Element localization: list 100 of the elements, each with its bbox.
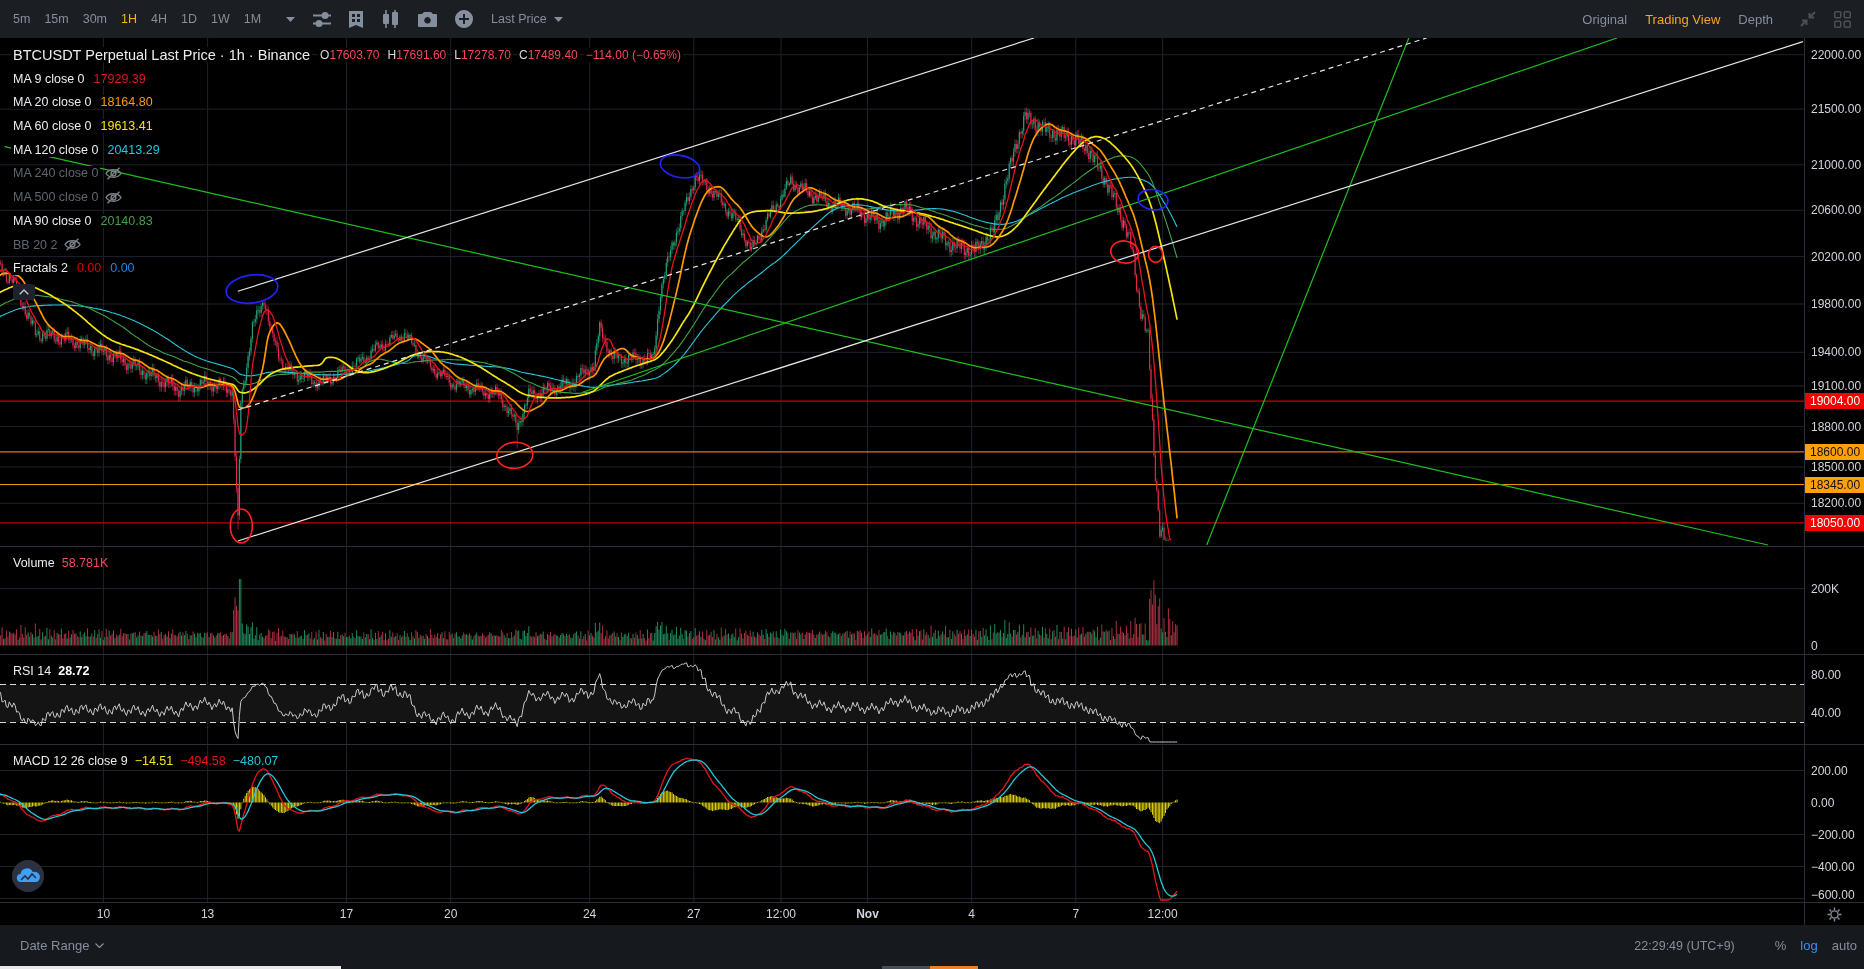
macd-value: −494.58 bbox=[180, 754, 226, 768]
rsi-label: RSI 14 bbox=[13, 664, 52, 678]
time-axis-label: 10 bbox=[96, 907, 111, 921]
rsi-axis-label: 40.00 bbox=[1811, 706, 1842, 720]
ohlc-value: H17691.60 bbox=[385, 48, 449, 62]
time-axis-label: 24 bbox=[582, 907, 597, 921]
volume-axis-label: 0 bbox=[1811, 638, 1818, 653]
hand-drawn-circle bbox=[1110, 240, 1140, 264]
price-axis-label: 18800.00 bbox=[1811, 419, 1862, 434]
date-range-dropdown[interactable]: Date Range bbox=[20, 934, 105, 957]
price-axis-label: 19400.00 bbox=[1811, 345, 1862, 360]
indicator-value: 18164.80 bbox=[98, 95, 155, 110]
ohlc-value: C17489.40 bbox=[517, 48, 580, 62]
price-type-dropdown[interactable]: Last Price bbox=[491, 7, 563, 31]
time-axis-label: 27 bbox=[687, 907, 701, 921]
indicator-label: BB 20 2 bbox=[11, 237, 60, 252]
indicator-value: 20413.29 bbox=[105, 142, 162, 157]
indicator-value: 0.00 bbox=[74, 261, 104, 276]
interval-tab[interactable]: 15m bbox=[37, 7, 76, 31]
price-axis-label: 20600.00 bbox=[1811, 203, 1862, 218]
interval-tab[interactable]: 1W bbox=[204, 7, 237, 31]
price-axis-label: 21500.00 bbox=[1811, 102, 1862, 117]
indicator-label: MA 90 close 0 bbox=[11, 213, 94, 228]
view-tab[interactable]: Depth bbox=[1729, 7, 1782, 31]
price-level-badge: 18600.00 bbox=[1805, 443, 1864, 460]
indicator-value: 17929.39 bbox=[91, 71, 148, 86]
time-axis-label: 17 bbox=[339, 907, 354, 921]
eye-slash-icon[interactable] bbox=[105, 166, 123, 180]
macd-label: MACD 12 26 close 9 bbox=[13, 754, 128, 768]
camera-icon[interactable] bbox=[418, 11, 438, 27]
interval-tab[interactable]: 5m bbox=[6, 7, 38, 31]
ohlc-value: O17603.70 bbox=[318, 48, 382, 62]
collapse-legend-button[interactable] bbox=[13, 283, 35, 300]
volume-label: Volume bbox=[13, 556, 55, 570]
price-axis-label: 18500.00 bbox=[1811, 460, 1862, 474]
caret-down-icon bbox=[553, 16, 563, 22]
settings-icon[interactable] bbox=[1827, 906, 1842, 922]
hand-drawn-circle bbox=[496, 441, 534, 470]
candlestick-icon[interactable] bbox=[381, 10, 401, 28]
add-icon[interactable] bbox=[455, 10, 474, 28]
indicator-label: MA 20 close 0 bbox=[11, 95, 94, 110]
time-axis-label: 7 bbox=[1072, 907, 1080, 921]
price-axis-label: 18200.00 bbox=[1811, 496, 1862, 511]
scale-option[interactable]: auto bbox=[1824, 934, 1864, 957]
indicator-label: MA 9 close 0 bbox=[11, 71, 87, 86]
time-axis-label: 12:00 bbox=[1147, 907, 1178, 921]
macd-value: −480.07 bbox=[232, 754, 279, 768]
macd-axis-label: −200.00 bbox=[1811, 827, 1855, 842]
macd-axis-label: 0.00 bbox=[1811, 795, 1835, 810]
indicator-value: 19613.41 bbox=[98, 119, 155, 134]
macd-axis-label: −600.00 bbox=[1811, 888, 1855, 902]
hand-drawn-circle bbox=[1147, 245, 1164, 264]
hand-drawn-circle bbox=[659, 154, 701, 179]
price-axis-label: 22000.00 bbox=[1811, 47, 1862, 62]
macd-axis-label: −400.00 bbox=[1811, 859, 1855, 874]
volume-axis-label: 200K bbox=[1811, 581, 1840, 596]
price-change: −114.00 (−0.65%) bbox=[583, 48, 683, 62]
sliders-icon[interactable] bbox=[313, 11, 332, 27]
eye-slash-icon[interactable] bbox=[64, 238, 82, 251]
interval-tab[interactable]: 4H bbox=[144, 7, 174, 31]
rsi-value: 28.72 bbox=[58, 664, 90, 678]
hand-drawn-circle bbox=[225, 273, 279, 305]
indicator-value: 20140.83 bbox=[98, 213, 155, 228]
cloud-icon[interactable] bbox=[12, 860, 44, 892]
price-axis-label: 21000.00 bbox=[1811, 157, 1862, 172]
eye-slash-icon[interactable] bbox=[105, 190, 123, 204]
interval-tab[interactable]: 1D bbox=[174, 7, 204, 31]
volume-value: 58.781K bbox=[61, 556, 109, 570]
clock-time: 22:29:49 (UTC+9) bbox=[1634, 938, 1735, 953]
scale-option[interactable]: log bbox=[1793, 934, 1825, 957]
chevron-down-icon bbox=[95, 943, 105, 948]
time-axis-label: 4 bbox=[968, 907, 975, 921]
rsi-axis-label: 80.00 bbox=[1811, 668, 1842, 682]
chevron-up-icon bbox=[19, 288, 29, 295]
interval-tab[interactable]: 1H bbox=[114, 7, 144, 31]
price-axis-label: 20200.00 bbox=[1811, 249, 1862, 264]
price-level-badge: 19004.00 bbox=[1805, 393, 1864, 410]
price-level-badge: 18345.00 bbox=[1805, 476, 1864, 493]
hand-drawn-circle bbox=[229, 508, 254, 544]
price-axis-label: 19800.00 bbox=[1811, 297, 1862, 311]
hand-drawn-circle bbox=[1137, 188, 1169, 211]
time-axis-label: 13 bbox=[200, 907, 215, 921]
caret-down-icon[interactable] bbox=[286, 16, 296, 22]
indicator-label: MA 120 close 0 bbox=[11, 142, 101, 157]
symbol-title: BTCUSDT Perpetual Last Price · 1h · Binance bbox=[11, 47, 313, 63]
indicator-label: Fractals 2 bbox=[11, 261, 70, 276]
macd-value: −14.51 bbox=[134, 754, 174, 768]
interval-tab[interactable]: 30m bbox=[75, 7, 115, 31]
price-axis-label: 19100.00 bbox=[1811, 379, 1862, 393]
macd-axis-label: 200.00 bbox=[1811, 763, 1848, 778]
time-axis-label: 12:00 bbox=[766, 907, 796, 921]
building-icon[interactable] bbox=[349, 10, 364, 28]
price-level-badge: 18050.00 bbox=[1805, 514, 1864, 531]
time-axis-label: 20 bbox=[444, 907, 458, 921]
ohlc-value: L17278.70 bbox=[452, 48, 513, 62]
scale-option[interactable]: % bbox=[1767, 934, 1794, 957]
interval-tab[interactable]: 1M bbox=[236, 7, 269, 31]
time-axis-label: Nov bbox=[856, 907, 879, 921]
view-tab[interactable]: Original bbox=[1573, 7, 1637, 31]
view-tab[interactable]: Trading View bbox=[1636, 7, 1730, 31]
